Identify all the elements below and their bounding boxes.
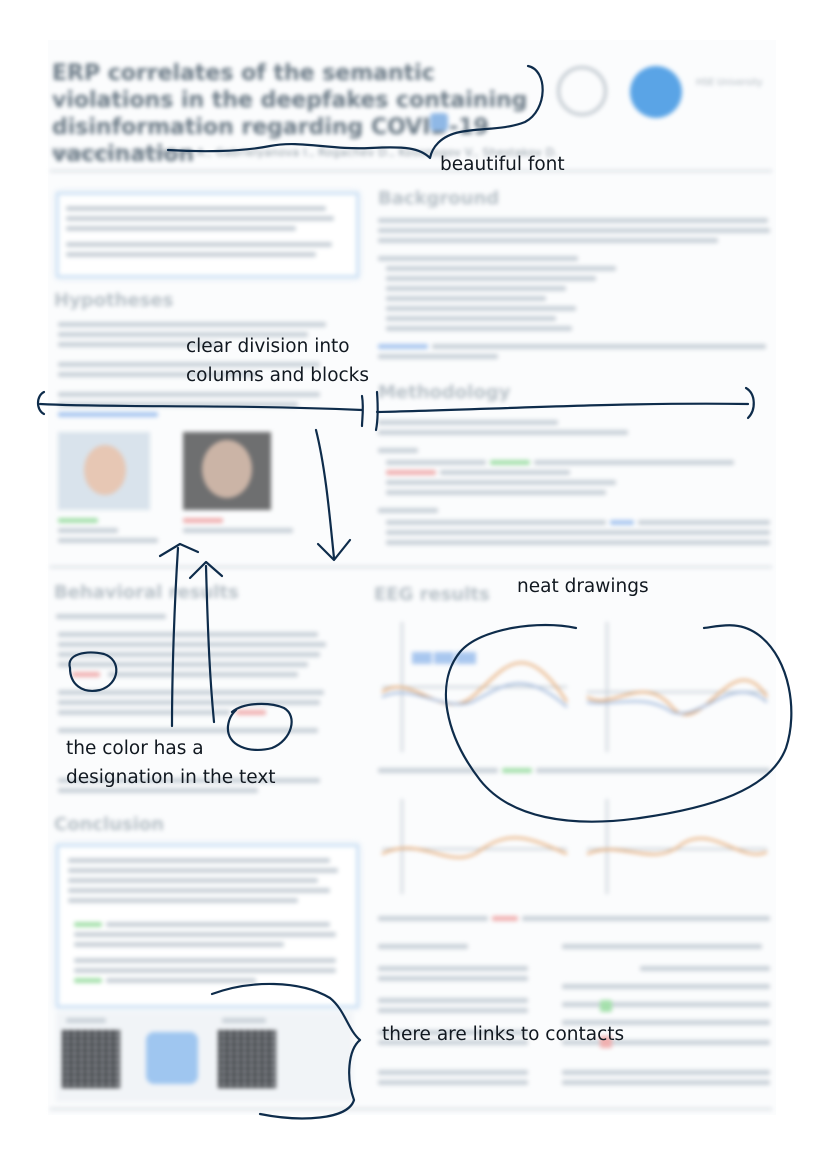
annotation-columns: clear division into columns and blocks [186,336,370,386]
annotation-drawings: neat drawings [517,576,649,597]
title-brace-stroke [166,64,544,160]
down-arrow-stroke [314,428,336,560]
right-column-line [375,402,750,414]
left-column-end [360,394,364,428]
annotation-links: there are links to contacts [382,1024,625,1045]
up-arrow-stroke [170,546,180,728]
contacts-brace [210,982,362,1120]
annotation-font: beautiful font [440,154,565,175]
right-arrow-stroke [204,564,216,724]
circle-mark-1 [68,651,118,692]
charts-loop [444,623,793,823]
annotation-ink-layer [36,64,793,1120]
up-arrow-head [158,542,200,558]
annotation-color: the color has a designation in the text [66,738,276,788]
left-column-line [38,402,364,412]
